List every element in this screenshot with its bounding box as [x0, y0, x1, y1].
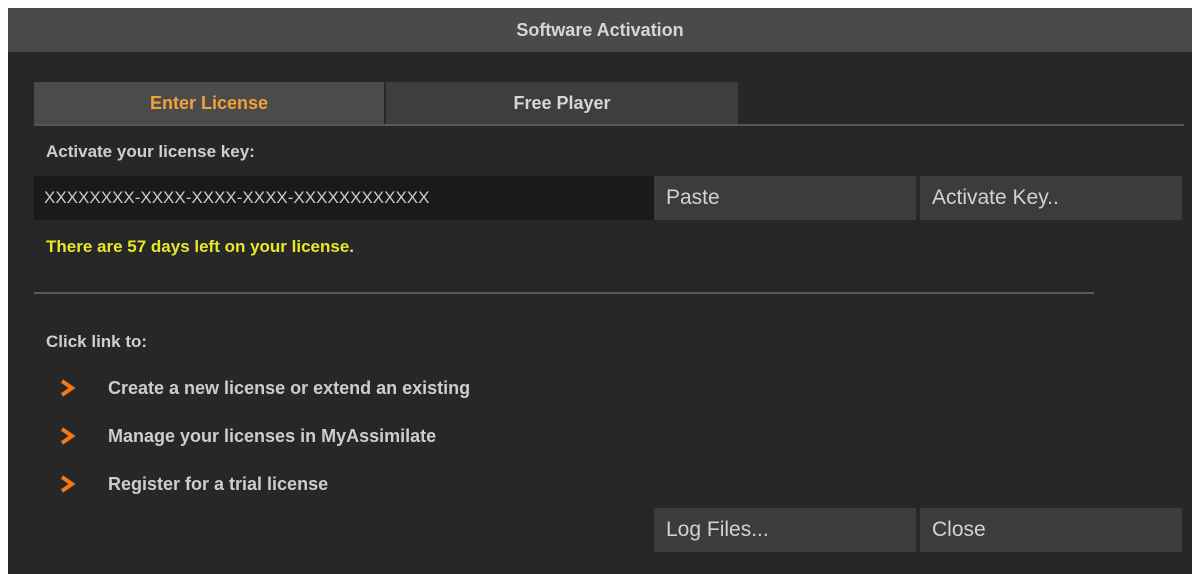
software-activation-dialog: Software Activation Enter License Free P…: [8, 8, 1192, 574]
tab-enter-license[interactable]: Enter License: [34, 82, 384, 124]
chevron-right-icon: [56, 425, 78, 447]
link-manage-licenses[interactable]: Manage your licenses in MyAssimilate: [56, 423, 436, 449]
tab-divider: [34, 124, 1184, 126]
log-files-button[interactable]: Log Files...: [654, 508, 916, 552]
link-manage-licenses-label[interactable]: Manage your licenses in MyAssimilate: [108, 426, 436, 447]
chevron-right-icon: [56, 473, 78, 495]
dialog-title: Software Activation: [8, 8, 1192, 52]
tab-free-player[interactable]: Free Player: [386, 82, 738, 124]
license-key-prompt: Activate your license key:: [46, 142, 255, 161]
close-button[interactable]: Close: [920, 508, 1182, 552]
section-divider: [34, 292, 1094, 294]
link-create-license-label[interactable]: Create a new license or extend an existi…: [108, 378, 470, 399]
activate-key-button[interactable]: Activate Key..: [920, 176, 1182, 220]
license-status-text: There are 57 days left on your license.: [46, 237, 355, 256]
chevron-right-icon: [56, 377, 78, 399]
links-heading: Click link to:: [46, 332, 148, 351]
license-key-input[interactable]: [34, 176, 654, 220]
link-register-trial[interactable]: Register for a trial license: [56, 471, 328, 497]
link-register-trial-label[interactable]: Register for a trial license: [108, 474, 328, 495]
paste-button[interactable]: Paste: [654, 176, 916, 220]
link-create-license[interactable]: Create a new license or extend an existi…: [56, 375, 470, 401]
